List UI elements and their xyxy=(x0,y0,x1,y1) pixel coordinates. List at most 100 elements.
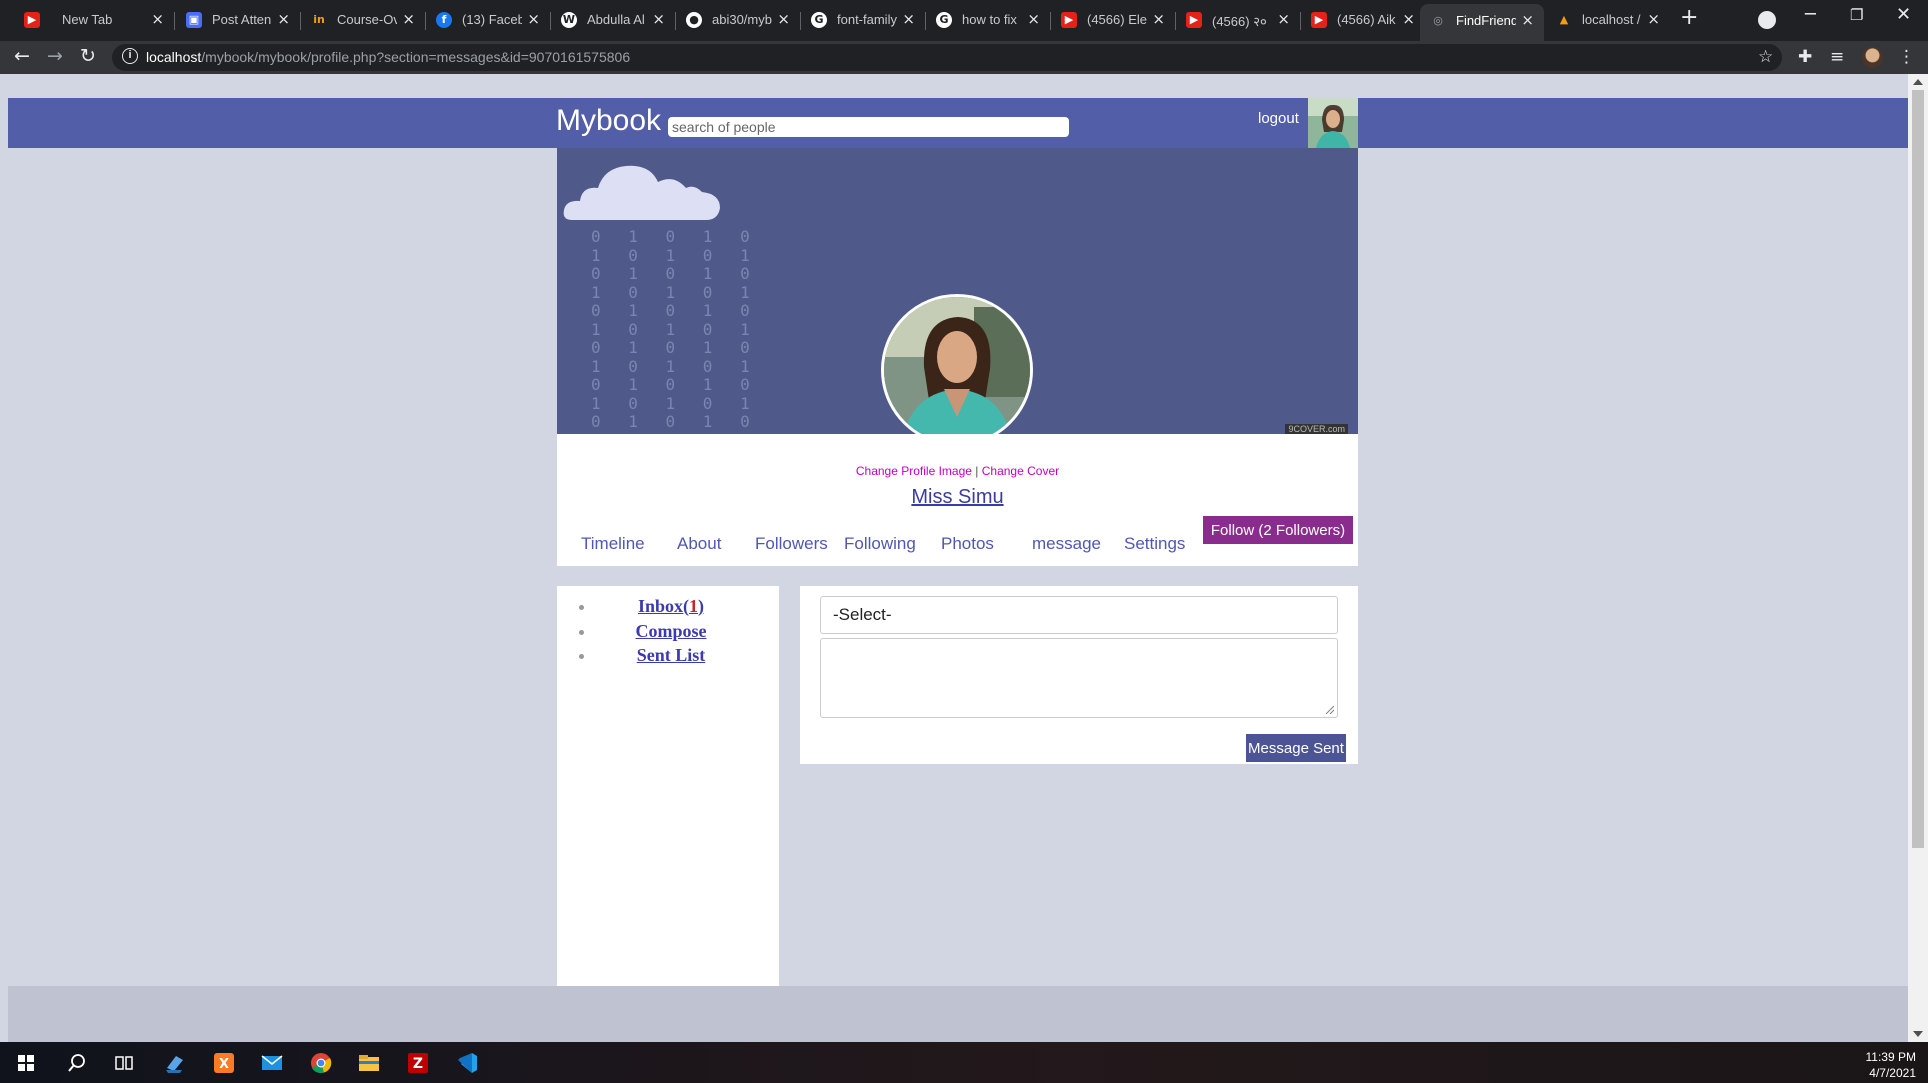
tab-facebook[interactable]: f (13) Facebo × xyxy=(426,7,551,34)
close-window-icon[interactable]: ✕ xyxy=(1896,4,1911,25)
recipient-select[interactable]: -Select- xyxy=(820,596,1338,634)
close-icon[interactable]: × xyxy=(1027,10,1040,28)
facebook-icon: f xyxy=(436,12,452,28)
youtube-icon: ▶ xyxy=(1061,12,1077,28)
tab-message[interactable]: message xyxy=(1032,534,1101,554)
system-clock[interactable]: 11:39 PM 4/7/2021 xyxy=(1866,1049,1916,1081)
media-queue-icon[interactable]: ≡ xyxy=(1830,47,1844,67)
tab-post-attendance[interactable]: ▣ Post Atten × xyxy=(176,7,301,34)
url-host: localhost xyxy=(146,49,202,65)
tab-localhost[interactable]: ▲ localhost / × xyxy=(1546,7,1670,34)
tab-youtube-2[interactable]: ▶ (4566) २० × xyxy=(1176,7,1301,34)
tab-new-tab[interactable]: ▶ New Tab × xyxy=(14,7,175,34)
browser-toolbar: ← → ↻ i localhost/mybook/mybook/profile.… xyxy=(0,41,1928,74)
chrome-icon[interactable] xyxy=(310,1052,332,1074)
svg-text:Z: Z xyxy=(413,1056,423,1072)
tab-following[interactable]: Following xyxy=(844,534,916,554)
mail-icon[interactable] xyxy=(261,1052,283,1074)
github-icon: ● xyxy=(686,12,702,28)
compose-link[interactable]: Compose xyxy=(630,621,707,641)
tab-about[interactable]: About xyxy=(677,534,721,554)
close-icon[interactable]: × xyxy=(1521,11,1534,29)
profile-name[interactable]: Miss Simu xyxy=(557,486,1358,509)
menu-icon[interactable]: ⋮ xyxy=(1898,47,1915,67)
logout-link[interactable]: logout xyxy=(1258,110,1299,127)
change-cover-link[interactable]: Change Cover xyxy=(982,464,1059,478)
media-player-icon[interactable] xyxy=(164,1052,186,1074)
profile-photo[interactable] xyxy=(881,294,1033,434)
info-icon[interactable]: i xyxy=(122,48,138,64)
tab-findfriend[interactable]: ◎ FindFriend × xyxy=(1420,4,1544,41)
back-icon[interactable]: ← xyxy=(14,45,30,67)
site-logo[interactable]: Mybook xyxy=(556,104,661,138)
youtube-icon: ▶ xyxy=(1186,12,1202,28)
tab-font-family[interactable]: G font-family × xyxy=(801,7,926,34)
inbox-link[interactable]: Inbox(1) xyxy=(632,596,704,616)
close-icon[interactable]: × xyxy=(527,10,540,28)
tab-github[interactable]: ● abi30/myb × xyxy=(676,7,801,34)
sent-list-link[interactable]: Sent List xyxy=(631,645,706,665)
scroll-up-icon[interactable] xyxy=(1913,79,1923,85)
forward-icon[interactable]: → xyxy=(47,45,63,67)
close-icon[interactable]: × xyxy=(902,10,915,28)
wordpress-icon: W xyxy=(561,12,577,28)
close-icon[interactable]: × xyxy=(1277,10,1290,28)
change-profile-image-link[interactable]: Change Profile Image xyxy=(856,464,972,478)
xampp-icon[interactable]: X xyxy=(213,1052,235,1074)
address-bar[interactable]: i localhost/mybook/mybook/profile.php?se… xyxy=(112,44,1782,71)
reload-icon[interactable]: ↻ xyxy=(80,45,96,67)
scrollbar-thumb[interactable] xyxy=(1912,90,1924,848)
clock-time: 11:39 PM xyxy=(1865,1050,1916,1064)
tab-how-to-fix[interactable]: G how to fix × xyxy=(926,7,1051,34)
scroll-down-icon[interactable] xyxy=(1913,1031,1923,1037)
message-menu: Inbox(1) Compose Sent List xyxy=(557,586,779,1000)
tab-photos[interactable]: Photos xyxy=(941,534,994,554)
svg-text:X: X xyxy=(219,1057,229,1072)
menu-item-sent-list: Sent List xyxy=(557,645,779,670)
tab-timeline[interactable]: Timeline xyxy=(581,534,645,554)
windows-start-icon[interactable] xyxy=(18,1055,34,1071)
tab-settings[interactable]: Settings xyxy=(1124,534,1185,554)
minimize-icon[interactable]: ─ xyxy=(1805,4,1816,25)
send-message-button[interactable]: Message Sent xyxy=(1246,734,1346,762)
close-icon[interactable]: × xyxy=(151,10,164,28)
youtube-icon: ▶ xyxy=(24,12,40,28)
page-scrollbar[interactable] xyxy=(1908,74,1928,1042)
close-icon[interactable]: × xyxy=(402,10,415,28)
tab-course-overview[interactable]: in Course-Ov × xyxy=(301,7,426,34)
close-icon[interactable]: × xyxy=(1152,10,1165,28)
profile-avatar-icon[interactable] xyxy=(1862,47,1883,68)
link-separator: | xyxy=(971,464,982,478)
message-textarea[interactable] xyxy=(820,638,1338,718)
extensions-icon[interactable]: ✚ xyxy=(1798,47,1812,67)
tab-youtube-1[interactable]: ▶ (4566) Elen × xyxy=(1051,7,1176,34)
header-avatar[interactable] xyxy=(1308,98,1358,148)
filezilla-icon[interactable]: Z xyxy=(407,1052,429,1074)
tab-youtube-3[interactable]: ▶ (4566) Aik × xyxy=(1301,7,1425,34)
bookmark-star-icon[interactable]: ☆ xyxy=(1758,47,1773,67)
youtube-icon: ▶ xyxy=(1311,12,1327,28)
compose-form: -Select- Message Sent xyxy=(800,586,1358,764)
close-icon[interactable]: × xyxy=(652,10,665,28)
restore-icon[interactable]: ❐ xyxy=(1850,6,1863,24)
resize-handle-icon[interactable] xyxy=(1326,706,1334,714)
close-icon[interactable]: × xyxy=(1402,10,1415,28)
follow-button[interactable]: Follow (2 Followers) xyxy=(1203,516,1353,544)
people-search-input[interactable] xyxy=(668,117,1069,137)
tab-search-icon[interactable] xyxy=(1758,11,1776,29)
tab-followers[interactable]: Followers xyxy=(755,534,828,554)
globe-icon: ◎ xyxy=(1433,14,1443,27)
file-explorer-icon[interactable] xyxy=(358,1052,380,1074)
tab-abdulla[interactable]: W Abdulla Al × xyxy=(551,7,676,34)
close-icon[interactable]: × xyxy=(1647,10,1660,28)
task-view-icon[interactable] xyxy=(113,1052,135,1074)
new-tab-plus-icon[interactable]: + xyxy=(1680,5,1698,30)
coursera-icon: in xyxy=(313,13,325,26)
close-icon[interactable]: × xyxy=(277,10,290,28)
search-icon[interactable] xyxy=(66,1052,88,1074)
vscode-icon[interactable] xyxy=(456,1052,478,1074)
close-icon[interactable]: × xyxy=(777,10,790,28)
binary-pattern: 0 1 0 1 0 1 0 1 0 1 0 1 0 1 0 1 0 1 0 1 … xyxy=(591,227,759,434)
url-path: /mybook/mybook/profile.php?section=messa… xyxy=(201,49,631,65)
cover-photo: 0 1 0 1 0 1 0 1 0 1 0 1 0 1 0 1 0 1 0 1 … xyxy=(557,148,1358,434)
